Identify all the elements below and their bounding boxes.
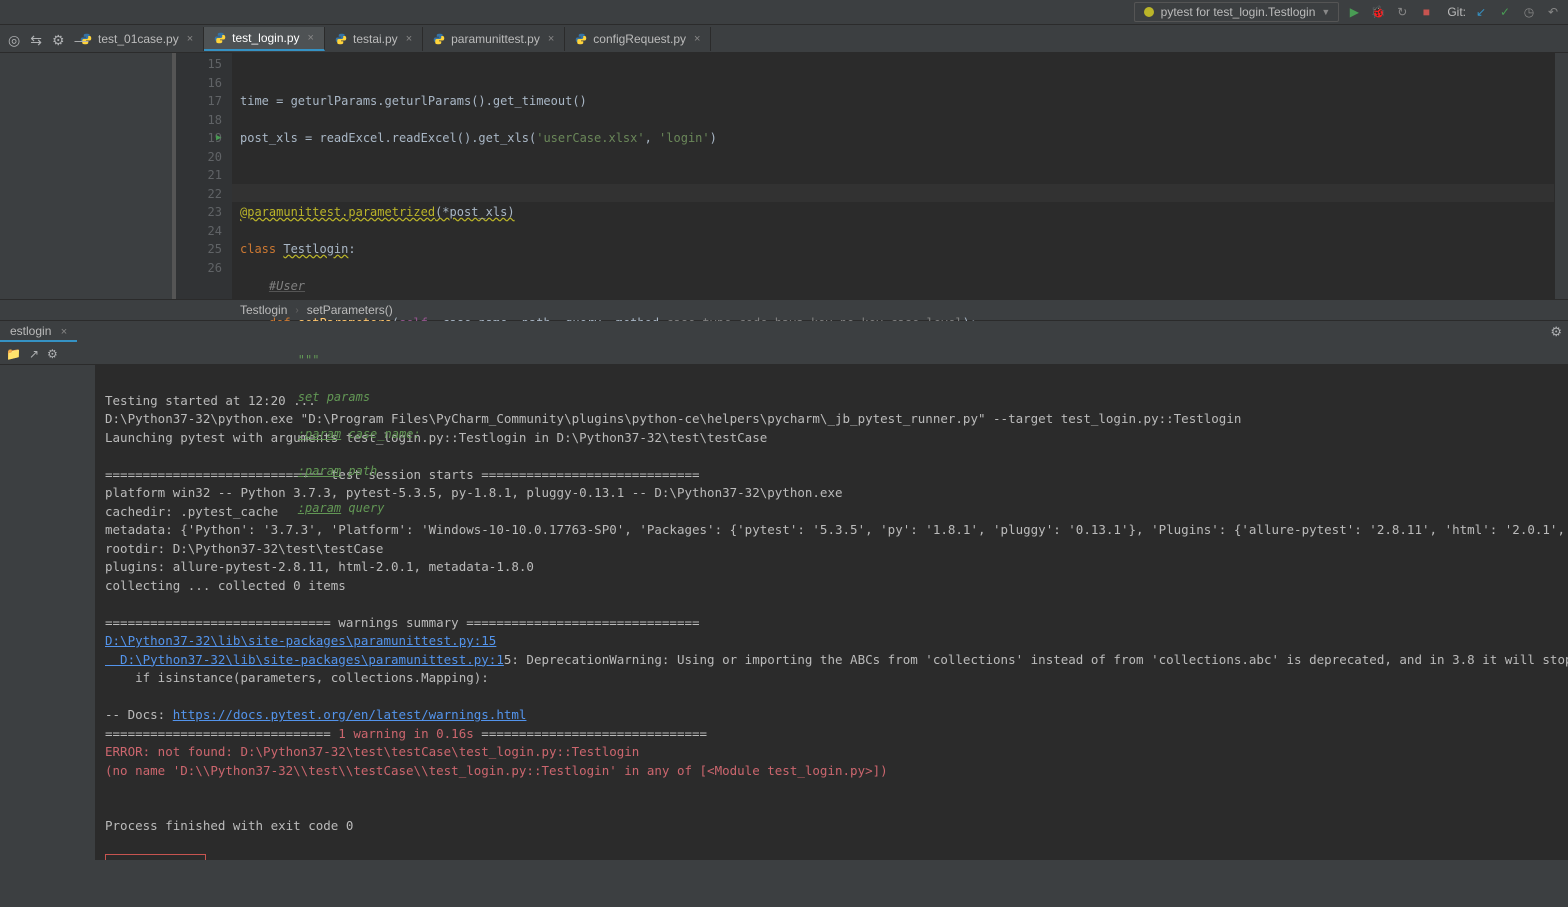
line-number: 25 [176,240,222,259]
close-icon[interactable]: × [187,33,193,45]
line-gutter[interactable]: 15 16 17 18 19 20 21 22 23 24 25 26 ▶ [176,53,232,299]
coverage-button[interactable]: ↻ [1393,3,1411,21]
docs-link[interactable]: https://docs.pytest.org/en/latest/warnin… [173,707,527,722]
run-config-label: pytest for test_login.Testlogin [1161,5,1316,19]
project-sidebar-collapsed [0,53,172,299]
tab-label: test_login.py [232,31,299,45]
line-number: 24 [176,222,222,241]
tab-label: test_01case.py [98,32,179,46]
python-icon [575,33,587,45]
tab-testai[interactable]: testai.py × [325,27,423,51]
current-line-highlight [232,184,1554,202]
git-label: Git: [1447,5,1466,19]
python-icon [214,32,226,44]
git-push-button[interactable]: ✓ [1496,3,1514,21]
git-revert-button[interactable]: ↶ [1544,3,1562,21]
editor[interactable]: 15 16 17 18 19 20 21 22 23 24 25 26 ▶ ti… [0,53,1568,299]
test-tree-collapsed[interactable] [0,365,95,860]
gear-icon[interactable]: ⚙ [1550,324,1562,340]
run-tab-testlogin[interactable]: estlogin × [0,322,77,342]
line-number: 23 [176,203,222,222]
top-toolbar: pytest for test_login.Testlogin ▼ ▶ 🐞 ↻ … [0,0,1568,25]
line-number: 20 [176,148,222,167]
tab-paramunittest[interactable]: paramunittest.py × [423,27,565,51]
line-number: 18 [176,111,222,130]
close-icon[interactable]: × [694,33,700,45]
tab-configrequest[interactable]: configRequest.py × [565,27,711,51]
code-area[interactable]: time = geturlParams.geturlParams().get_t… [232,53,1554,299]
python-icon [433,33,445,45]
expand-icon[interactable]: ↗ [29,347,39,361]
empty-suite-badge: Empty suite [105,854,206,860]
git-pull-button[interactable]: ↙ [1472,3,1490,21]
tab-label: testai.py [353,32,398,46]
line-number: 17 [176,92,222,111]
folder-icon[interactable]: 📁 [6,347,21,361]
tab-label: configRequest.py [593,32,686,46]
debug-button[interactable]: 🐞 [1369,3,1387,21]
gear-icon[interactable]: ⚙ [47,347,58,361]
close-icon[interactable]: × [548,33,554,45]
tab-test-login[interactable]: test_login.py × [204,27,325,51]
close-icon[interactable]: × [406,33,412,45]
run-panel-tabs: estlogin × ⚙ [0,321,1568,343]
pytest-icon [1143,6,1155,18]
line-number: 26 [176,259,222,278]
run-config-selector[interactable]: pytest for test_login.Testlogin ▼ [1134,2,1340,22]
close-icon[interactable]: × [308,32,314,44]
line-number: 15 [176,55,222,74]
target-icon[interactable]: ◎ [8,32,20,49]
stop-button[interactable]: ■ [1417,3,1435,21]
git-history-button[interactable]: ◷ [1520,3,1538,21]
run-button[interactable]: ▶ [1345,3,1363,21]
close-icon[interactable]: × [61,326,67,338]
warning-link[interactable]: D:\Python37-32\lib\site-packages\paramun… [105,633,496,648]
line-number: 21 [176,166,222,185]
scroll-marker-bar[interactable] [1554,53,1568,299]
tab-label: estlogin [10,324,51,338]
warning-link[interactable]: D:\Python37-32\lib\site-packages\paramun… [105,652,504,667]
settings-icon[interactable]: ⚙ [52,32,65,49]
collapse-icon[interactable]: ⇆ [30,32,42,49]
python-icon [335,33,347,45]
run-gutter-icon[interactable]: ▶ [216,129,221,148]
minimize-icon[interactable]: — [75,32,89,49]
tab-label: paramunittest.py [451,32,540,46]
chevron-down-icon: ▼ [1321,7,1330,17]
line-number: 16 [176,74,222,93]
editor-tabs: ◎ ⇆ ⚙ — test_01case.py × test_login.py ×… [0,25,1568,53]
line-number: 22 [176,185,222,204]
